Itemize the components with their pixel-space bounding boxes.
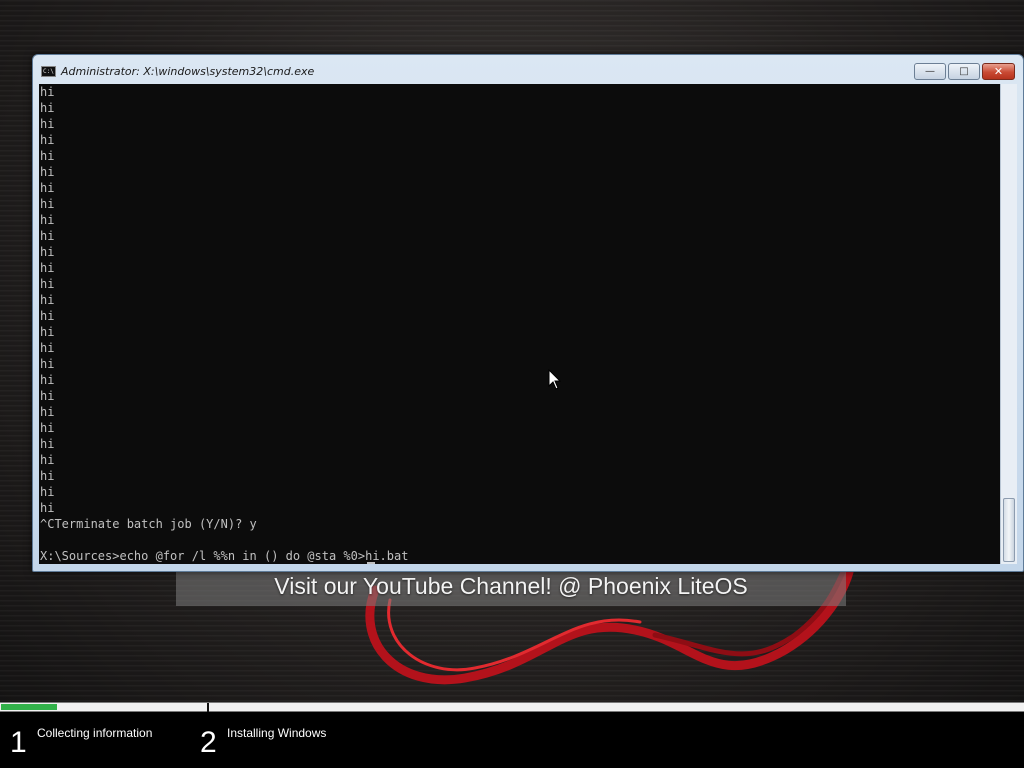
maximize-button[interactable]: □ bbox=[948, 63, 980, 80]
step-label-installing: Installing Windows bbox=[227, 726, 327, 740]
setup-progress-fill bbox=[1, 704, 57, 710]
console-line: hi bbox=[40, 325, 55, 339]
mouse-pointer-icon bbox=[548, 369, 562, 390]
console-lines: hi hi hi hi hi hi hi hi hi hi hi hi hi hi hi hi hi hi hi hi… bbox=[39, 84, 1000, 564]
step-number-2: 2 bbox=[200, 726, 217, 759]
text-cursor bbox=[367, 562, 375, 564]
console-line: hi bbox=[40, 421, 55, 435]
console-line: hi bbox=[40, 501, 55, 515]
console-line: hi bbox=[40, 101, 55, 115]
console-line: hi bbox=[40, 309, 55, 323]
console-line: hi bbox=[40, 261, 55, 275]
console-line: X:\Sources>echo @for /l %%n in () do @st… bbox=[40, 549, 409, 563]
console-line: hi bbox=[40, 485, 55, 499]
console-line: hi bbox=[40, 389, 55, 403]
setup-progress-bar bbox=[0, 702, 1024, 715]
console-line: hi bbox=[40, 341, 55, 355]
console-line: hi bbox=[40, 437, 55, 451]
console-line: hi bbox=[40, 213, 55, 227]
console-line: hi bbox=[40, 277, 55, 291]
console-line: hi bbox=[40, 197, 55, 211]
step-number-1: 1 bbox=[10, 726, 27, 759]
vertical-scrollbar[interactable] bbox=[1000, 84, 1017, 564]
console-line: ^CTerminate batch job (Y/N)? y bbox=[40, 517, 257, 531]
console-line: hi bbox=[40, 229, 55, 243]
console-line: hi bbox=[40, 165, 55, 179]
console-output[interactable]: hi hi hi hi hi hi hi hi hi hi hi hi hi hi hi hi hi hi hi hi… bbox=[39, 84, 1000, 564]
cmd-icon: C:\ bbox=[41, 66, 56, 77]
console-line: hi bbox=[40, 469, 55, 483]
console-line: hi bbox=[40, 181, 55, 195]
console-line: hi bbox=[40, 293, 55, 307]
console-line: hi bbox=[40, 117, 55, 131]
close-button[interactable]: ✕ bbox=[982, 63, 1015, 80]
console-line: hi bbox=[40, 85, 55, 99]
window-titlebar[interactable]: C:\ Administrator: X:\windows\system32\c… bbox=[33, 55, 1023, 84]
youtube-banner: Visit our YouTube Channel! @ Phoenix Lit… bbox=[176, 570, 846, 606]
setup-footer: 1 Collecting information 2 Installing Wi… bbox=[0, 712, 1024, 768]
banner-text: Visit our YouTube Channel! @ Phoenix Lit… bbox=[274, 573, 748, 599]
console-line: hi bbox=[40, 357, 55, 371]
window-title: Administrator: X:\windows\system32\cmd.e… bbox=[61, 65, 315, 78]
console-line: hi bbox=[40, 245, 55, 259]
scrollbar-thumb[interactable] bbox=[1003, 498, 1015, 562]
console-line: hi bbox=[40, 133, 55, 147]
console-line: hi bbox=[40, 149, 55, 163]
console-line: hi bbox=[40, 453, 55, 467]
minimize-button[interactable]: — bbox=[914, 63, 946, 80]
console-line: hi bbox=[40, 405, 55, 419]
console-line: hi bbox=[40, 373, 55, 387]
step-label-collecting: Collecting information bbox=[37, 726, 153, 740]
cmd-window[interactable]: C:\ Administrator: X:\windows\system32\c… bbox=[32, 54, 1024, 572]
